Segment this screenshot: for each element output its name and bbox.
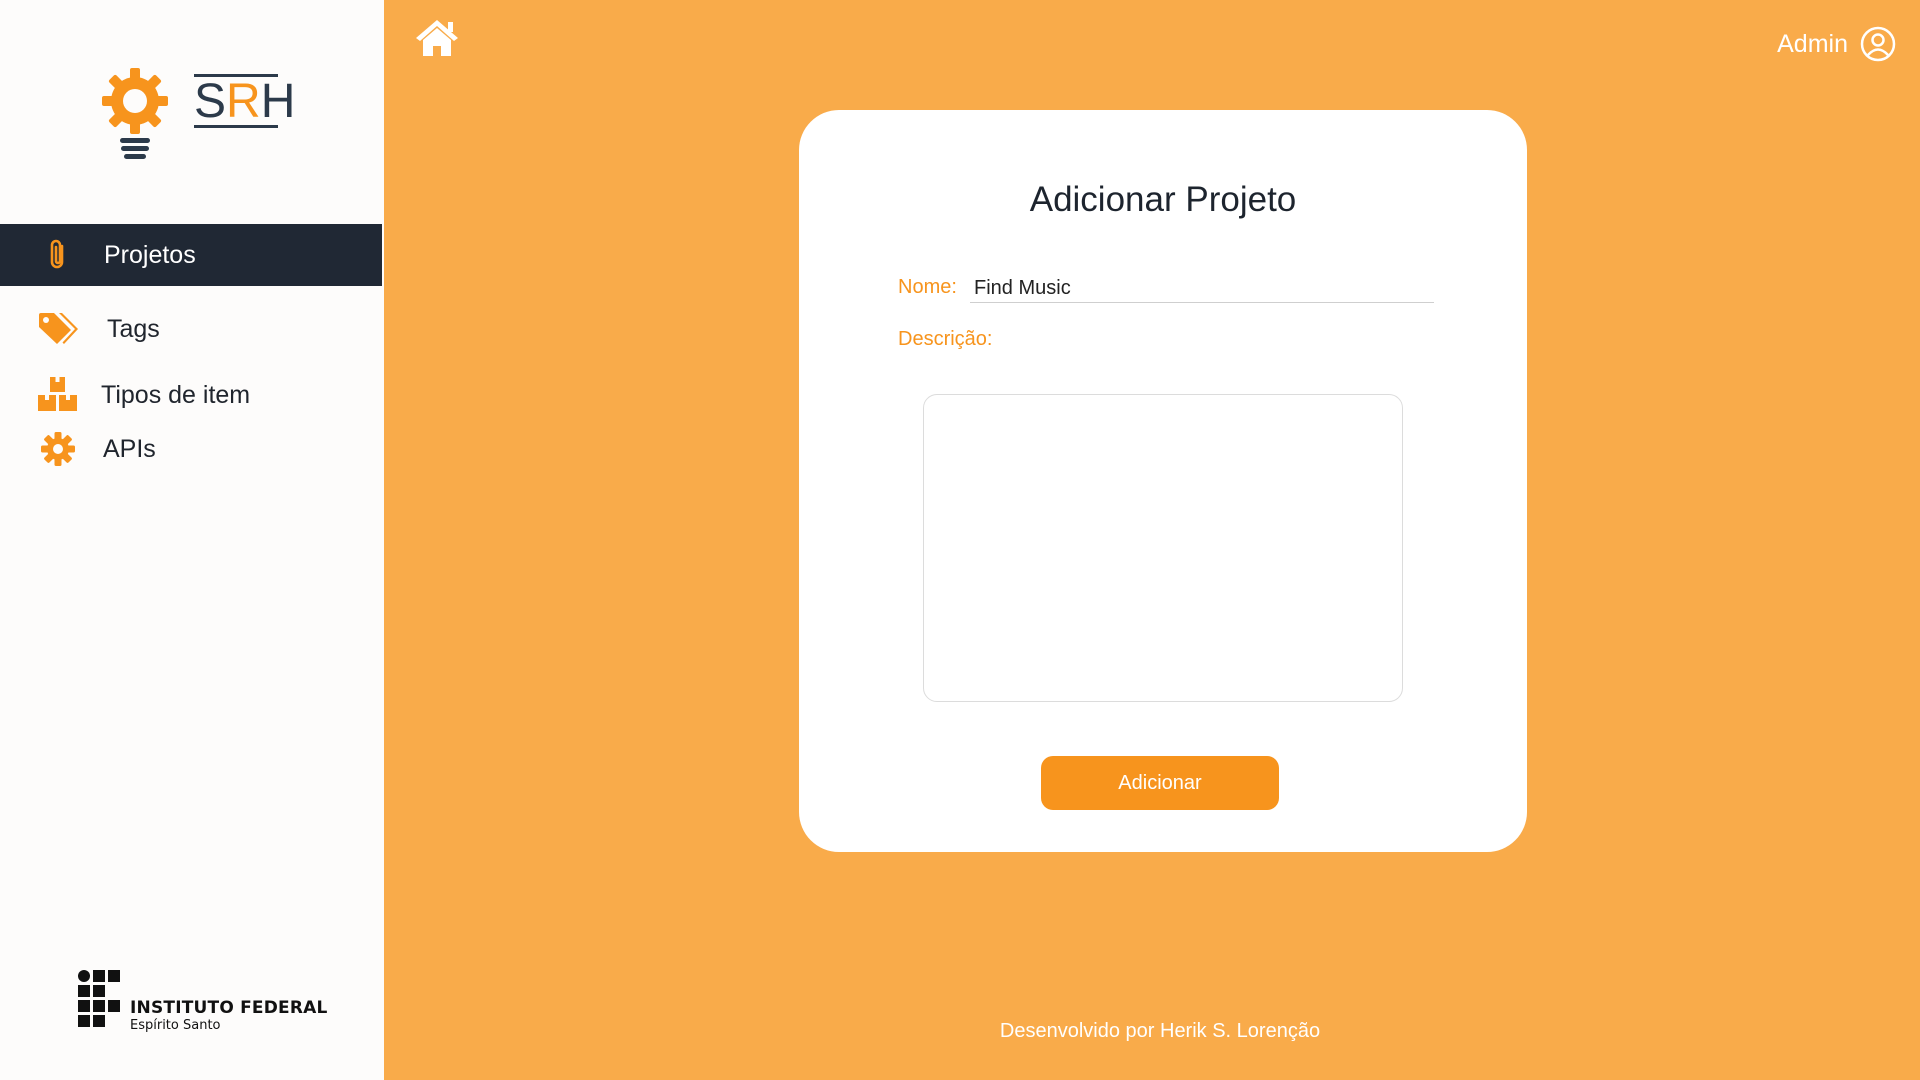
footer-credit: Desenvolvido por Herik S. Lorenção	[999, 1020, 1321, 1042]
boxes-icon	[36, 373, 80, 417]
user-menu[interactable]: Admin	[1777, 26, 1896, 62]
institution-subtitle: Espírito Santo	[130, 1018, 221, 1033]
sidebar-item-label: Tags	[107, 314, 160, 343]
form-title: Adicionar Projeto	[1029, 180, 1297, 219]
app-logo-text: SRH	[194, 74, 296, 128]
description-label: Descrição:	[898, 328, 993, 350]
tags-icon	[36, 307, 80, 351]
user-circle-icon	[1860, 26, 1896, 62]
institution-title: INSTITUTO FEDERAL	[130, 998, 328, 1018]
add-project-card: Adicionar Projeto Nome: Descrição: Adici…	[799, 110, 1527, 852]
sidebar-nav: Projetos Tags Tipos de item APIs	[0, 224, 382, 474]
home-button[interactable]	[414, 18, 460, 60]
sidebar-item-tags[interactable]: Tags	[0, 298, 382, 360]
add-button[interactable]: Adicionar	[1041, 756, 1279, 810]
app-root: SRH Projetos Tags Tipos de item APIs INS…	[0, 0, 1920, 1080]
app-logo: SRH	[100, 66, 296, 166]
lightbulb-gear-icon	[102, 68, 168, 159]
sidebar-item-label: Projetos	[104, 240, 196, 269]
description-textarea[interactable]	[923, 394, 1403, 702]
sidebar-item-label: Tipos de item	[101, 380, 251, 409]
sidebar-item-apis[interactable]: APIs	[0, 424, 382, 474]
user-name: Admin	[1777, 29, 1848, 58]
institution-grid-icon	[78, 970, 120, 1027]
sidebar: SRH Projetos Tags Tipos de item APIs INS…	[0, 0, 384, 1080]
sidebar-item-tipos-de-item[interactable]: Tipos de item	[0, 366, 382, 424]
home-icon	[416, 20, 458, 56]
institution-logo: INSTITUTO FEDERAL Espírito Santo	[78, 970, 327, 1034]
gear-icon	[36, 427, 80, 471]
sidebar-item-projetos[interactable]: Projetos	[0, 224, 382, 286]
name-input[interactable]	[970, 274, 1434, 303]
paperclip-icon	[36, 233, 80, 277]
sidebar-item-label: APIs	[103, 434, 156, 463]
name-label: Nome:	[898, 276, 957, 298]
